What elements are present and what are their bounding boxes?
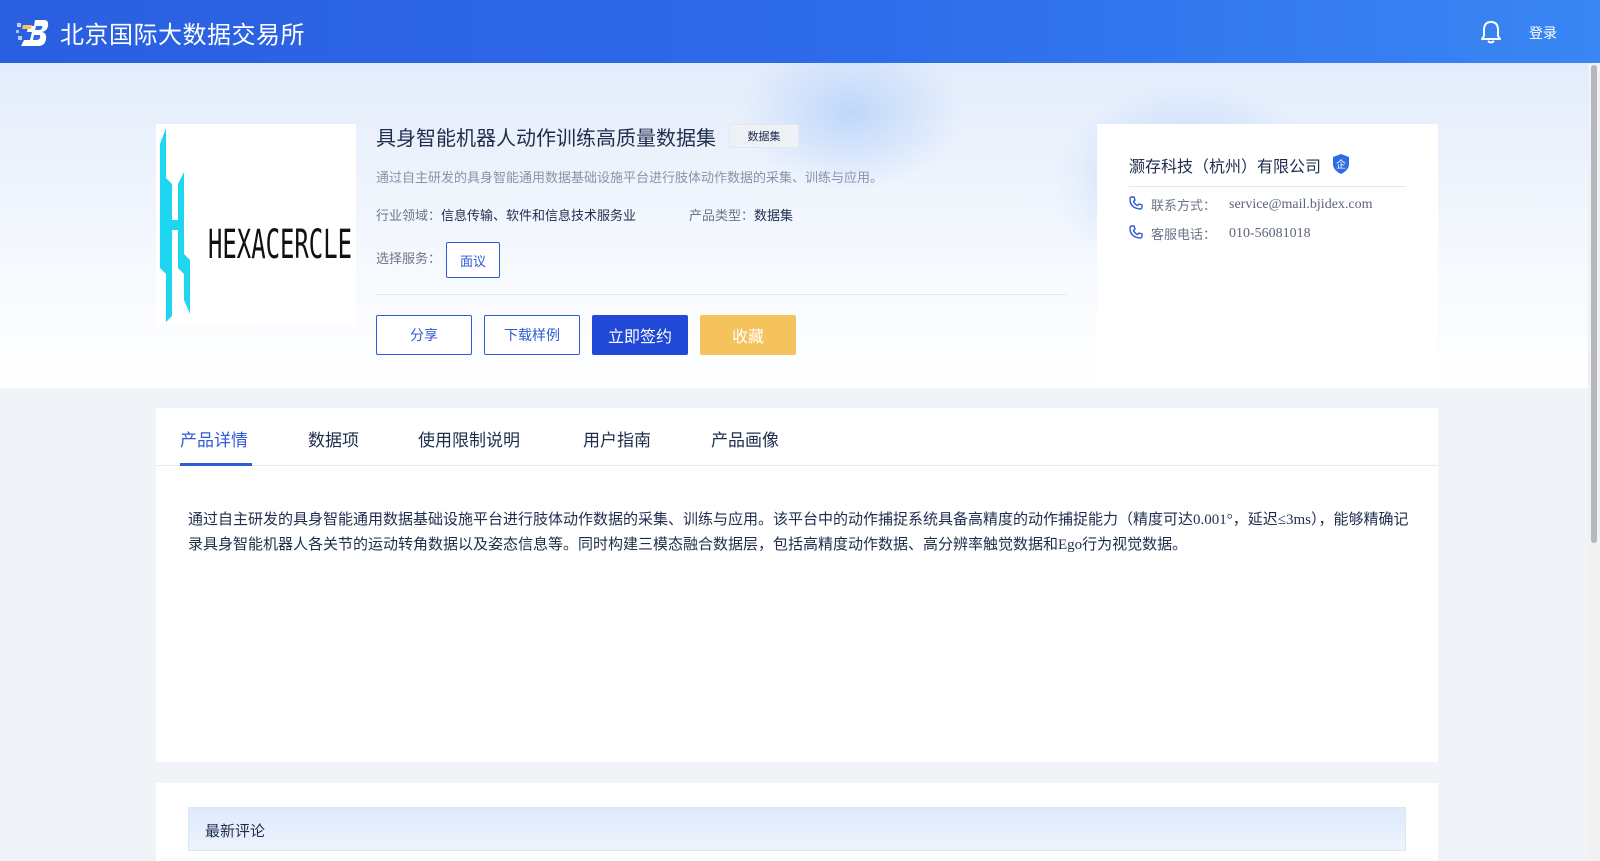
seller-card: 灏存科技（杭州）有限公司 企 联系方式： service@mail.bjidex…	[1097, 124, 1438, 388]
verified-badge-icon: 企	[1331, 153, 1351, 175]
product-type-label: 产品类型：	[689, 209, 755, 224]
site-title: 北京国际大数据交易所	[60, 21, 305, 49]
top-header: 北京国际大数据交易所 登录	[0, 0, 1600, 63]
active-tab-indicator	[180, 463, 252, 466]
contact-value[interactable]: service@mail.bjidex.com	[1229, 197, 1373, 213]
verified-badge-text: 企	[1336, 158, 1346, 171]
product-type-field: 产品类型：数据集	[689, 205, 793, 224]
scrollbar-thumb[interactable]	[1591, 65, 1597, 543]
page-scrollbar[interactable]	[1588, 63, 1600, 861]
bell-icon[interactable]	[1480, 20, 1502, 44]
industry-field: 行业领域：信息传输、软件和信息技术服务业	[376, 205, 636, 224]
product-type-tag: 数据集	[729, 124, 799, 148]
service-option-negotiable[interactable]: 面议	[446, 242, 500, 278]
tab-product-details[interactable]: 产品详情	[180, 426, 248, 451]
hotline-label: 客服电话：	[1151, 228, 1217, 243]
product-title: 具身智能机器人动作训练高质量数据集	[376, 126, 716, 150]
product-subtitle: 通过自主研发的具身智能通用数据基础设施平台进行肢体动作数据的采集、训练与应用。	[376, 171, 884, 186]
login-link[interactable]: 登录	[1529, 23, 1557, 43]
comments-header: 最新评论	[188, 807, 1406, 851]
product-hero: HEXACERCLE 具身智能机器人动作训练高质量数据集 数据集 通过自主研发的…	[0, 63, 1600, 388]
hero-divider	[376, 294, 1066, 295]
site-logo-icon	[16, 17, 50, 49]
product-description: 通过自主研发的具身智能通用数据基础设施平台进行肢体动作数据的采集、训练与应用。该…	[188, 512, 1409, 553]
service-label: 选择服务：	[376, 252, 442, 267]
comments-title: 最新评论	[205, 822, 266, 840]
product-type-value: 数据集	[754, 209, 794, 224]
favorite-button[interactable]: 收藏	[700, 315, 796, 355]
seller-divider	[1129, 186, 1406, 187]
sign-now-button[interactable]: 立即签约	[592, 315, 688, 355]
tab-user-guide[interactable]: 用户指南	[583, 426, 651, 451]
seller-contact-row: 联系方式： service@mail.bjidex.com	[1129, 195, 1373, 214]
product-detail-panel: 产品详情 数据项 使用限制说明 用户指南 产品画像 通过自主研发的具身智能通用数…	[156, 408, 1438, 762]
contact-label: 联系方式：	[1151, 199, 1217, 214]
hotline-value: 010-56081018	[1229, 225, 1311, 241]
industry-value: 信息传输、软件和信息技术服务业	[441, 209, 637, 224]
seller-hotline-row: 客服电话： 010-56081018	[1129, 224, 1311, 243]
tab-product-portrait[interactable]: 产品画像	[711, 426, 779, 451]
industry-label: 行业领域：	[376, 209, 442, 224]
download-sample-button[interactable]: 下载样例	[484, 315, 580, 355]
product-cover-image: HEXACERCLE	[156, 124, 356, 324]
comments-section: 最新评论	[156, 783, 1438, 861]
cover-logo-text: HEXACERCLE	[208, 222, 352, 268]
site-logo[interactable]: 北京国际大数据交易所	[16, 15, 305, 50]
tab-data-items[interactable]: 数据项	[308, 426, 359, 451]
tab-usage-restrictions[interactable]: 使用限制说明	[418, 426, 520, 451]
seller-name[interactable]: 灏存科技（杭州）有限公司	[1129, 153, 1321, 177]
share-button[interactable]: 分享	[376, 315, 472, 355]
phone-icon	[1129, 195, 1143, 214]
detail-tabs: 产品详情 数据项 使用限制说明 用户指南 产品画像	[156, 408, 1438, 466]
phone-icon	[1129, 224, 1143, 243]
